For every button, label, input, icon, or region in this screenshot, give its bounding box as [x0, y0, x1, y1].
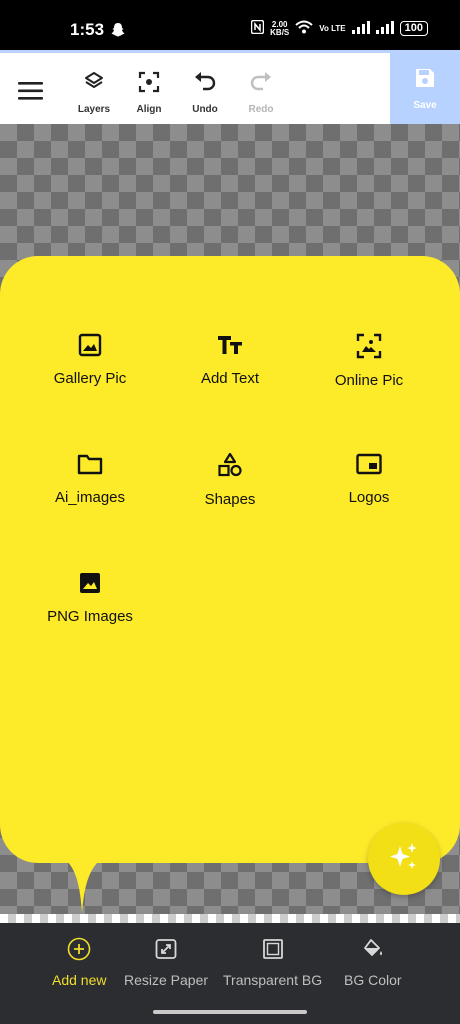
- status-icons: 2.00 KB/S Vo LTE 100: [250, 19, 428, 37]
- signal-icon: [375, 20, 394, 37]
- ai-images-label: Ai_images: [54, 489, 126, 506]
- paper-edge: [0, 914, 460, 923]
- resize-paper-button[interactable]: Resize Paper: [124, 937, 208, 988]
- png-images-label: PNG Images: [47, 608, 133, 625]
- gallery-pic-label: Gallery Pic: [53, 370, 127, 387]
- picture-in-picture-icon: [356, 452, 382, 481]
- align-icon: [138, 71, 160, 98]
- gesture-nav-handle[interactable]: [153, 1010, 307, 1014]
- save-button[interactable]: Save: [390, 53, 460, 124]
- status-bar: 1:53 2.00 KB/S Vo LTE 100: [0, 0, 460, 50]
- layers-icon: [84, 71, 104, 98]
- text-icon: [217, 333, 243, 362]
- logos-label: Logos: [348, 489, 390, 506]
- resize-icon: [154, 937, 178, 966]
- shapes-button[interactable]: Shapes: [160, 452, 300, 508]
- sparkle-icon: [387, 840, 421, 879]
- ai-images-button[interactable]: Ai_images: [20, 452, 160, 506]
- undo-icon: [193, 71, 217, 98]
- wifi-icon: [295, 20, 313, 37]
- network-type: Vo LTE: [319, 23, 346, 33]
- transparent-bg-label: Transparent BG: [223, 972, 323, 988]
- add-text-label: Add Text: [200, 370, 260, 387]
- gallery-pic-button[interactable]: Gallery Pic: [20, 333, 160, 387]
- online-pic-label: Online Pic: [334, 372, 404, 389]
- ai-sparkle-button[interactable]: [368, 823, 440, 895]
- undo-label: Undo: [192, 104, 218, 115]
- shapes-icon: [217, 452, 243, 483]
- online-pic-button[interactable]: Online Pic: [299, 333, 439, 389]
- bg-color-button[interactable]: BG Color: [344, 937, 402, 988]
- paint-bucket-icon: [361, 937, 385, 966]
- redo-icon: [249, 71, 273, 98]
- layers-label: Layers: [77, 104, 111, 115]
- save-icon: [414, 67, 436, 94]
- layers-button[interactable]: Layers: [66, 71, 122, 115]
- battery-indicator: 100: [399, 21, 428, 36]
- add-text-button[interactable]: Add Text: [160, 333, 300, 387]
- save-label: Save: [413, 99, 437, 111]
- shapes-label: Shapes: [204, 491, 256, 508]
- nfc-icon: [250, 19, 265, 37]
- align-button[interactable]: Align: [121, 71, 177, 115]
- signal-icon: [351, 20, 370, 37]
- image-icon: [78, 333, 102, 362]
- status-time: 1:53: [70, 20, 105, 39]
- align-label: Align: [136, 104, 162, 115]
- panel-pointer: [58, 855, 108, 913]
- hamburger-menu-icon[interactable]: [18, 81, 44, 106]
- redo-label: Redo: [248, 104, 274, 115]
- folder-icon: [77, 452, 103, 481]
- png-images-button[interactable]: PNG Images: [20, 571, 160, 625]
- redo-button[interactable]: Redo: [233, 71, 289, 115]
- snapchat-ghost-icon: [111, 22, 125, 42]
- bg-color-label: BG Color: [344, 972, 402, 988]
- network-speed: 2.00 KB/S: [270, 20, 290, 37]
- editor-toolbar: Layers Align Undo Redo Save: [0, 50, 460, 124]
- logos-button[interactable]: Logos: [299, 452, 439, 506]
- add-circle-icon: [67, 937, 91, 966]
- add-new-label: Add new: [52, 972, 107, 988]
- add-new-button[interactable]: Add new: [52, 937, 106, 988]
- bottom-action-bar: Add new Resize Paper Transparent BG BG C…: [0, 923, 460, 1003]
- transparent-bg-icon: [261, 937, 285, 966]
- undo-button[interactable]: Undo: [177, 71, 233, 115]
- image-filled-icon: [78, 571, 102, 600]
- speed-unit: KB/S: [270, 27, 290, 37]
- transparent-bg-button[interactable]: Transparent BG: [223, 937, 322, 988]
- resize-paper-label: Resize Paper: [124, 972, 209, 988]
- image-search-icon: [356, 333, 382, 364]
